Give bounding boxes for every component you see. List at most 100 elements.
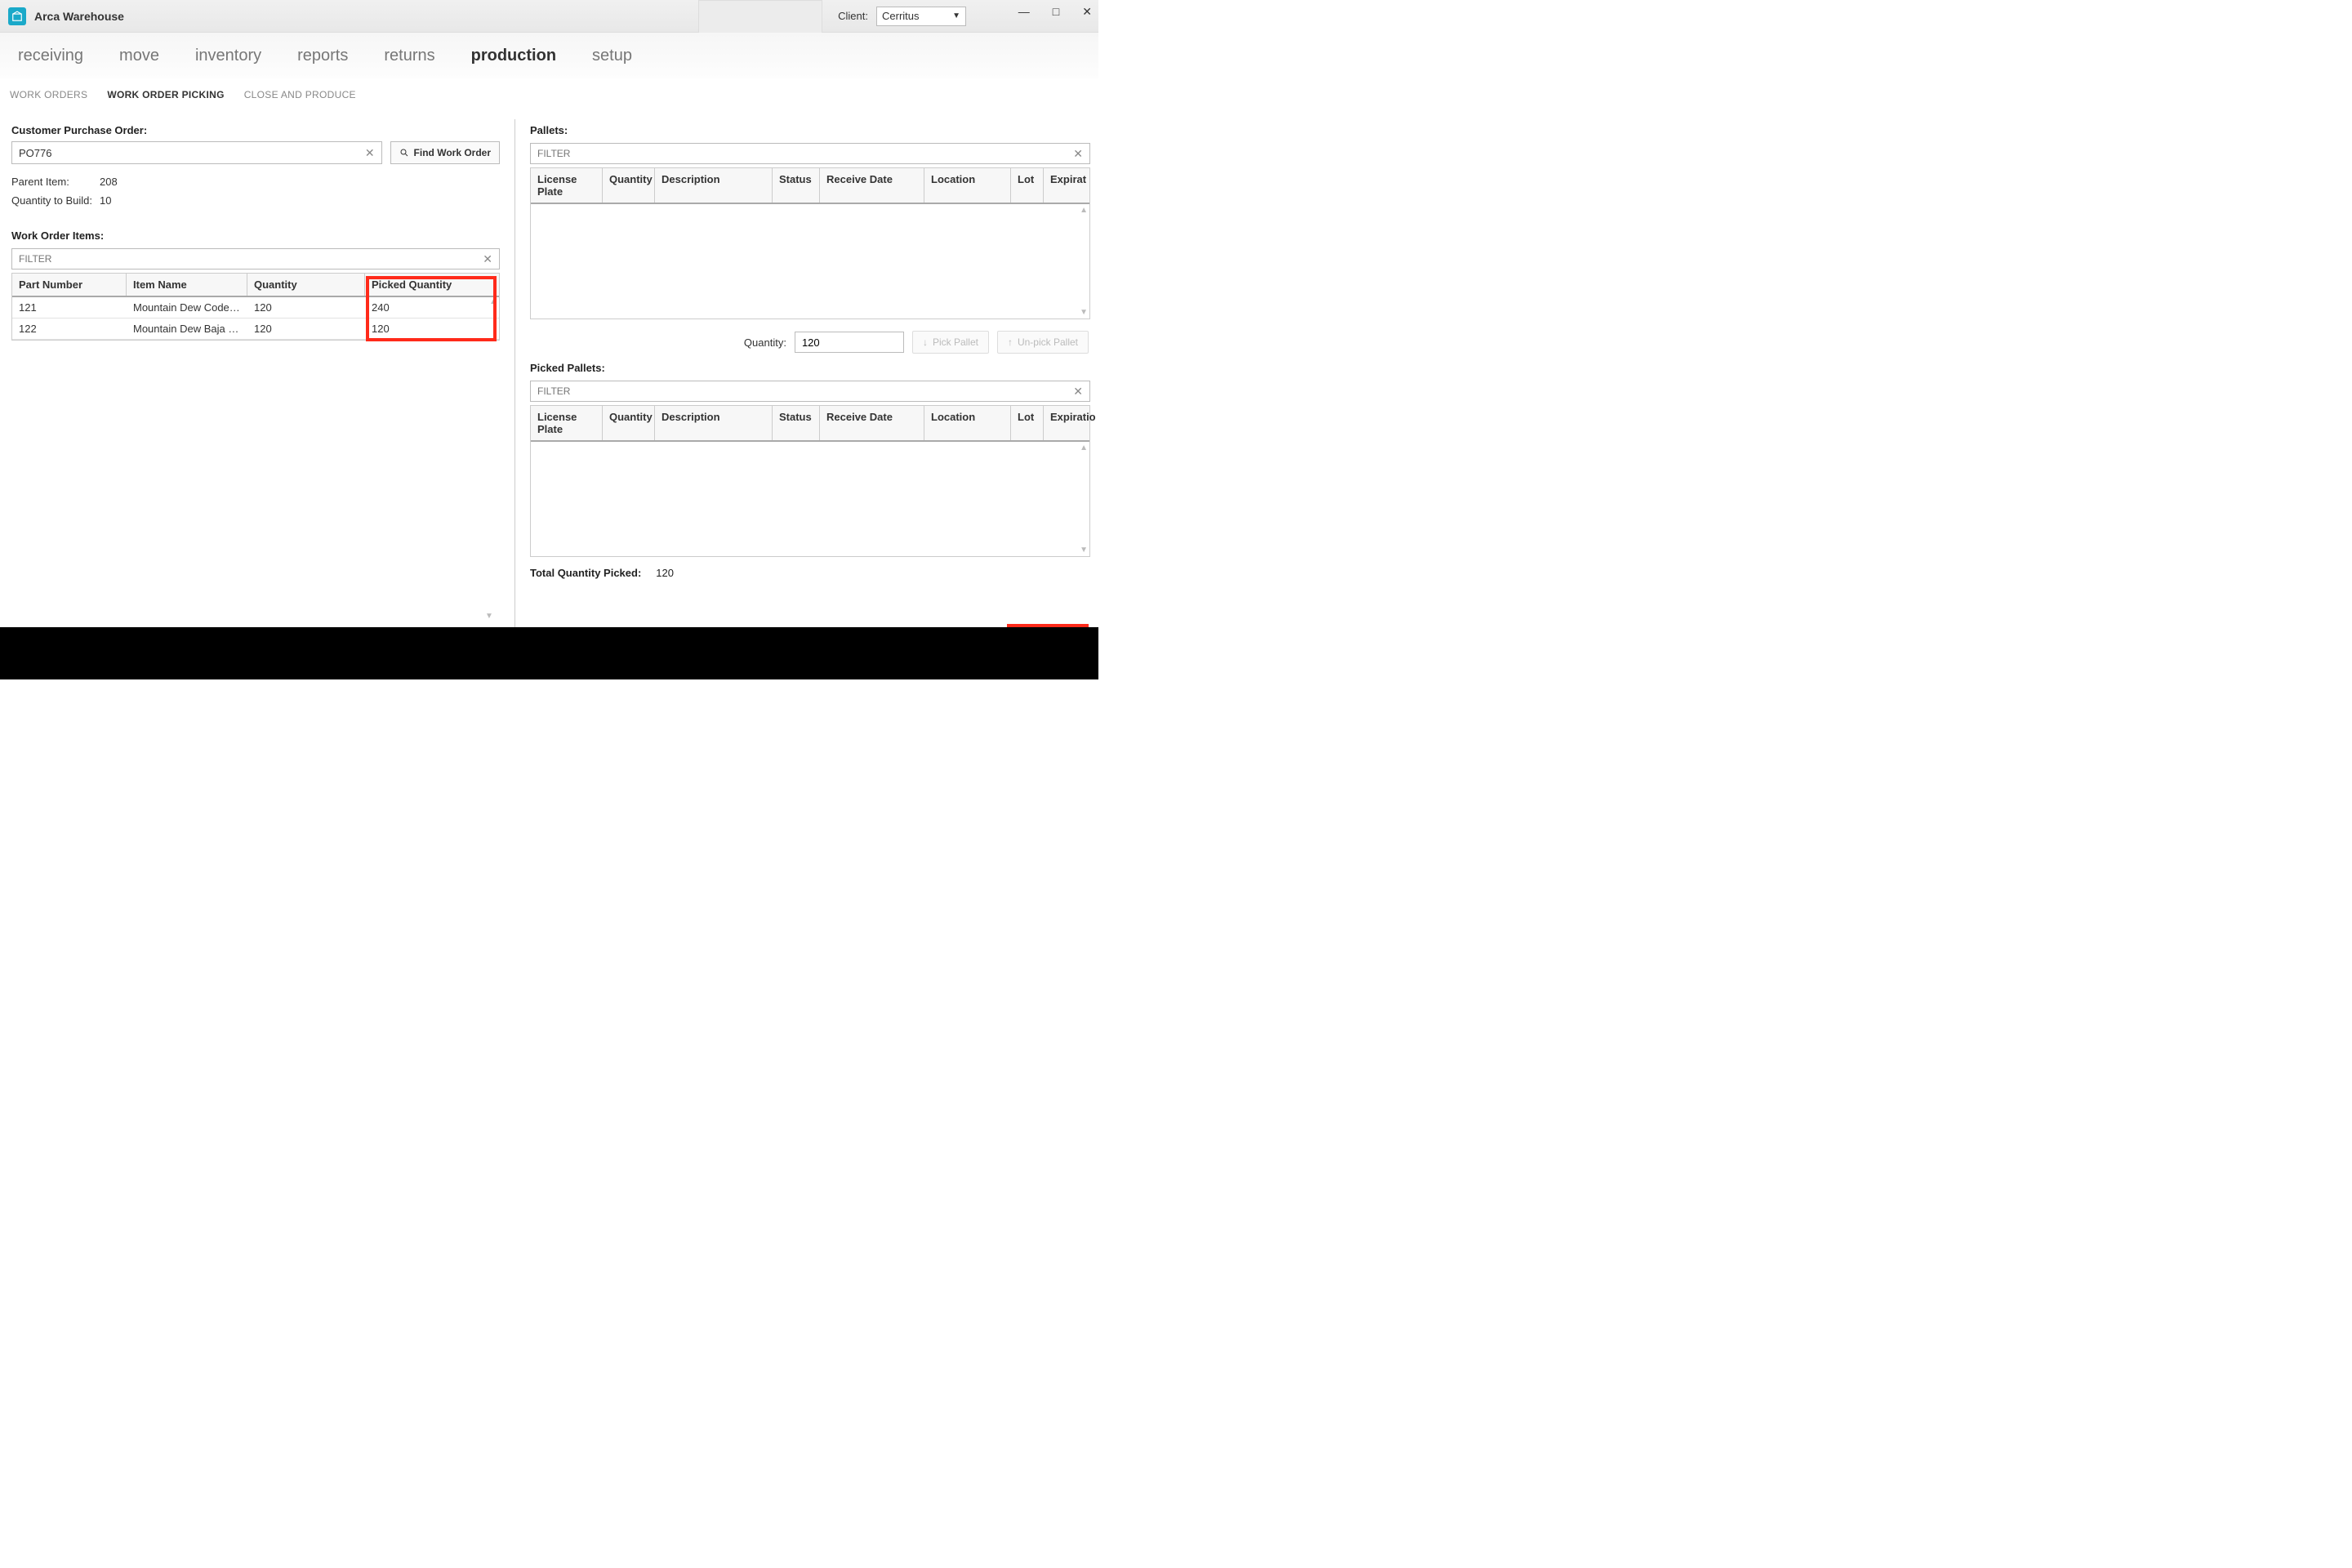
arrow-down-icon: ↓ [923,336,928,348]
picked-header: License Plate Quantity Description Statu… [531,405,1089,442]
cpo-input[interactable]: PO776 ✕ [11,141,382,164]
pallets-grid: License Plate Quantity Description Statu… [530,167,1090,319]
subnav-work-orders[interactable]: WORK ORDERS [10,89,87,100]
blank-tab [698,0,822,33]
table-row[interactable]: 121 Mountain Dew Code Red 120 240 [12,297,499,318]
tqp-value: 120 [656,567,674,579]
parent-item-value: 208 [100,176,118,188]
pallets-filter-input[interactable] [537,148,1073,159]
bottom-bar [0,627,1098,679]
cell-picked: 120 [365,318,499,339]
col-receive-date[interactable]: Receive Date [820,168,924,203]
app-title: Arca Warehouse [34,10,124,23]
nav-reports[interactable]: reports [297,47,348,65]
cpo-value: PO776 [19,147,51,159]
col-quantity[interactable]: Quantity [603,406,655,440]
pallets-header: License Plate Quantity Description Statu… [531,167,1089,204]
clear-icon[interactable]: ✕ [483,252,492,266]
col-expiration[interactable]: Expiratio [1044,406,1089,440]
col-expiration[interactable]: Expirat [1044,168,1089,203]
pallets-filter[interactable]: ✕ [530,143,1090,164]
pallets-label: Pallets: [530,124,1090,136]
woi-grid: Part Number Item Name Quantity Picked Qu… [11,273,500,341]
col-location[interactable]: Location [924,406,1011,440]
unpick-pallet-button: ↑ Un-pick Pallet [997,331,1089,354]
scroll-down-icon[interactable]: ▼ [1080,546,1088,555]
nav-setup[interactable]: setup [592,47,632,65]
col-license-plate[interactable]: License Plate [531,406,603,440]
clear-icon[interactable]: ✕ [365,146,375,160]
qty-input[interactable] [795,332,904,353]
pane-divider [514,119,515,627]
woi-filter[interactable]: ✕ [11,248,500,270]
cell-part: 122 [12,318,127,339]
pick-pallet-button: ↓ Pick Pallet [912,331,989,354]
col-lot[interactable]: Lot [1011,168,1044,203]
scroll-down-icon[interactable]: ▼ [485,612,493,621]
titlebar: Arca Warehouse Client: Cerritus ▼ — □ ✕ [0,0,1098,33]
woi-filter-input[interactable] [19,253,483,265]
woi-header: Part Number Item Name Quantity Picked Qu… [12,273,499,297]
nav-receiving[interactable]: receiving [18,47,83,65]
search-icon [399,148,409,158]
sub-nav: WORK ORDERS WORK ORDER PICKING CLOSE AND… [0,78,1098,111]
col-picked-quantity[interactable]: Picked Quantity [365,274,499,296]
picked-pallets-grid: License Plate Quantity Description Statu… [530,405,1090,557]
nav-inventory[interactable]: inventory [195,47,261,65]
picked-body: ▲ ▼ [531,442,1089,556]
cell-name: Mountain Dew Code Red [127,297,247,318]
client-area: Client: Cerritus ▼ [838,7,966,26]
col-quantity[interactable]: Quantity [603,168,655,203]
col-location[interactable]: Location [924,168,1011,203]
col-license-plate[interactable]: License Plate [531,168,603,203]
picked-pallets-label: Picked Pallets: [530,362,1090,374]
col-status[interactable]: Status [773,406,820,440]
clear-icon[interactable]: ✕ [1073,385,1083,399]
qty-build-value: 10 [100,194,111,207]
col-lot[interactable]: Lot [1011,406,1044,440]
chevron-down-icon: ▼ [952,11,960,20]
subnav-close-and-produce[interactable]: CLOSE AND PRODUCE [244,89,356,100]
nav-move[interactable]: move [119,47,159,65]
col-receive-date[interactable]: Receive Date [820,406,924,440]
col-description[interactable]: Description [655,406,773,440]
col-part-number[interactable]: Part Number [12,274,127,296]
scroll-up-icon[interactable]: ▲ [489,297,497,306]
scroll-down-icon[interactable]: ▼ [1080,308,1088,317]
main-nav: receiving move inventory reports returns… [0,33,1098,78]
unpick-pallet-label: Un-pick Pallet [1018,336,1078,348]
col-status[interactable]: Status [773,168,820,203]
qty-label: Quantity: [744,336,786,349]
col-description[interactable]: Description [655,168,773,203]
client-select[interactable]: Cerritus ▼ [876,7,966,26]
cpo-label: Customer Purchase Order: [11,124,500,136]
woi-label: Work Order Items: [11,229,500,242]
nav-production[interactable]: production [471,47,556,65]
client-label: Client: [838,10,868,22]
close-icon[interactable]: ✕ [1082,5,1092,19]
col-item-name[interactable]: Item Name [127,274,247,296]
cell-qty: 120 [247,297,365,318]
qty-build-label: Quantity to Build: [11,194,100,207]
scroll-up-icon[interactable]: ▲ [1080,443,1088,452]
cell-qty: 120 [247,318,365,339]
parent-item-label: Parent Item: [11,176,100,188]
picked-filter[interactable]: ✕ [530,381,1090,402]
maximize-icon[interactable]: □ [1053,5,1059,19]
left-pane: Customer Purchase Order: PO776 ✕ Find Wo… [11,124,500,627]
clear-icon[interactable]: ✕ [1073,147,1083,161]
client-value: Cerritus [882,10,920,22]
app-logo-icon [8,7,26,25]
table-row[interactable]: 122 Mountain Dew Baja Blast 120 120 [12,318,499,340]
find-work-order-button[interactable]: Find Work Order [390,141,500,164]
nav-returns[interactable]: returns [384,47,434,65]
scroll-up-icon[interactable]: ▲ [1080,206,1088,215]
cell-name: Mountain Dew Baja Blast [127,318,247,339]
picked-filter-input[interactable] [537,385,1073,397]
subnav-work-order-picking[interactable]: WORK ORDER PICKING [107,89,224,100]
col-quantity[interactable]: Quantity [247,274,365,296]
minimize-icon[interactable]: — [1018,5,1030,19]
cell-part: 121 [12,297,127,318]
cell-picked: 240 [365,297,499,318]
window-controls: — □ ✕ [1018,5,1092,19]
